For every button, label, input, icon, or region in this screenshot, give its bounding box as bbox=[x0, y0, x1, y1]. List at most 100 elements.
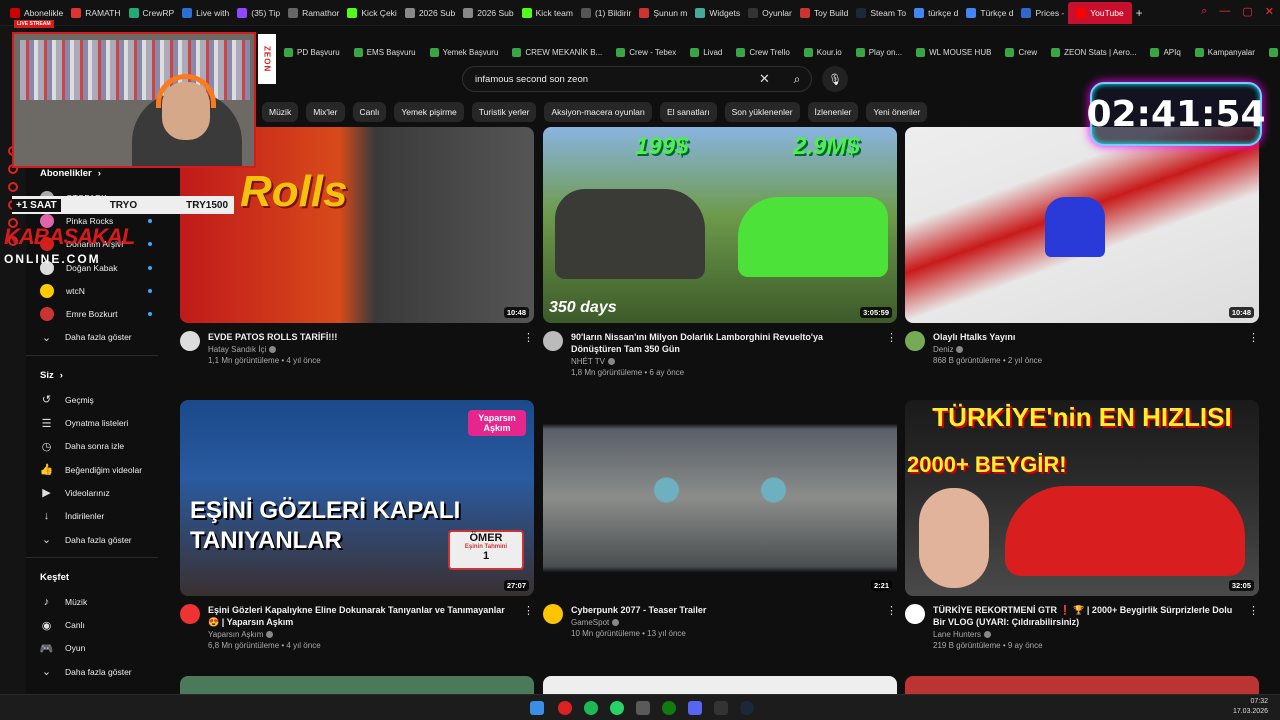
sidebar-you-item[interactable]: 👍 Beğendiğim videolar bbox=[26, 458, 166, 481]
video-card[interactable]: EŞİNİ GÖZLERİ KAPALI TANIYANLAR ÖMER Eşini… bbox=[180, 400, 534, 650]
sidebar-you-item[interactable]: ☰ Oynatma listeleri bbox=[26, 411, 166, 434]
browser-tab[interactable]: Widgets bbox=[691, 2, 744, 24]
channel-avatar[interactable] bbox=[905, 331, 925, 351]
filter-chip[interactable]: Turistik yerler bbox=[471, 102, 537, 122]
bookmark-item[interactable]: Livad bbox=[690, 47, 722, 57]
sidebar-subscription[interactable]: wtcN bbox=[26, 279, 166, 302]
video-thumbnail[interactable]: 2:21 bbox=[543, 400, 897, 596]
video-card[interactable]: 10:48 Olaylı Htalks Yayını Deniz 868 B görü… bbox=[905, 127, 1259, 365]
channel-avatar[interactable] bbox=[180, 604, 200, 624]
windows-start-icon[interactable] bbox=[530, 701, 544, 715]
steam-icon[interactable] bbox=[740, 701, 754, 715]
explorer-icon[interactable] bbox=[636, 701, 650, 715]
new-tab-icon[interactable]: + bbox=[1132, 2, 1147, 24]
video-thumbnail-partial[interactable] bbox=[180, 676, 534, 694]
bookmark-item[interactable]: WL MOUSE HUB bbox=[916, 47, 991, 57]
bookmark-item[interactable]: ZEON Stats | Aero... bbox=[1051, 47, 1136, 57]
video-title[interactable]: Cyberpunk 2077 - Teaser Trailer bbox=[571, 604, 871, 616]
video-thumbnail[interactable]: TÜRKİYE'nin EN HIZLISI 2000+ BEYGİR! 32:05 bbox=[905, 400, 1259, 596]
you-header[interactable]: Siz › bbox=[26, 362, 166, 388]
video-thumbnail-partial[interactable] bbox=[543, 676, 897, 694]
browser-tab[interactable]: Türkçe d bbox=[962, 2, 1017, 24]
bookmark-item[interactable]: Streamer Panel bbox=[1268, 47, 1280, 57]
xbox-icon[interactable] bbox=[662, 701, 676, 715]
maximize-icon[interactable]: ▢ bbox=[1242, 5, 1252, 18]
browser-tab[interactable]: Kick Çeki bbox=[343, 2, 400, 24]
video-card[interactable]: TÜRKİYE'nin EN HIZLISI 2000+ BEYGİR! 32:05… bbox=[905, 400, 1259, 650]
minimize-icon[interactable]: — bbox=[1219, 5, 1230, 18]
sidebar-explore-item[interactable]: ⌄ Daha fazla göster bbox=[26, 660, 166, 683]
browser-tab[interactable]: 2026 Sub bbox=[459, 2, 517, 24]
browser-tab[interactable]: Ramathor bbox=[284, 2, 343, 24]
video-card[interactable]: 2:21 Cyberpunk 2077 - Teaser Trailer GameS… bbox=[543, 400, 897, 638]
bookmark-item[interactable]: EMS Başvuru bbox=[353, 47, 416, 57]
browser-tab[interactable]: Live with bbox=[178, 2, 233, 24]
browser-tab[interactable]: Steam To bbox=[852, 2, 910, 24]
bookmark-item[interactable]: Kampanyalar bbox=[1194, 47, 1255, 57]
bookmark-item[interactable]: Crew bbox=[1005, 47, 1037, 57]
more-options-icon[interactable]: ⋮ bbox=[523, 604, 534, 617]
more-options-icon[interactable]: ⋮ bbox=[886, 604, 897, 617]
filter-chip[interactable]: Müzik bbox=[262, 102, 299, 122]
filter-chip[interactable]: Yemek pişirme bbox=[394, 102, 464, 122]
browser-tab[interactable]: Şunun m bbox=[635, 2, 691, 24]
video-thumbnail[interactable]: EŞİNİ GÖZLERİ KAPALI TANIYANLAR ÖMER Eşini… bbox=[180, 400, 534, 596]
channel-name[interactable]: NHÉT TV bbox=[571, 357, 871, 366]
bookmark-item[interactable]: Kour.io bbox=[803, 47, 842, 57]
channel-avatar[interactable] bbox=[180, 331, 200, 351]
video-thumbnail[interactable]: 350 days 199$ 2.9M$ 3:05:59 bbox=[543, 127, 897, 323]
search-icon[interactable]: ⌕ bbox=[1201, 5, 1207, 18]
video-title[interactable]: Olaylı Htalks Yayını bbox=[933, 331, 1233, 343]
voice-search-button[interactable]: 🎙 bbox=[822, 66, 848, 92]
browser-tab[interactable]: CrewRP bbox=[125, 2, 179, 24]
channel-name[interactable]: Yaparsın Aşkım bbox=[208, 630, 508, 639]
channel-name[interactable]: Deniz bbox=[933, 345, 1233, 354]
discord-icon[interactable] bbox=[688, 701, 702, 715]
sidebar-you-item[interactable]: ↓ İndirilenler bbox=[26, 505, 166, 528]
channel-avatar[interactable] bbox=[905, 604, 925, 624]
browser-tab[interactable]: Oyunlar bbox=[744, 2, 796, 24]
bookmark-item[interactable]: PD Başvuru bbox=[284, 47, 340, 57]
bookmark-item[interactable]: CREW MEKANİK B... bbox=[512, 47, 602, 57]
sidebar-you-item[interactable]: ⌄ Daha fazla göster bbox=[26, 528, 166, 551]
bookmark-item[interactable]: Play on... bbox=[855, 47, 902, 57]
bookmark-item[interactable]: Crew Trello bbox=[736, 47, 790, 57]
sidebar-explore-item[interactable]: 🎮 Oyun bbox=[26, 637, 166, 660]
video-thumbnail[interactable]: 10:48 bbox=[905, 127, 1259, 323]
video-thumbnail-partial[interactable] bbox=[905, 676, 1259, 694]
whatsapp-icon[interactable] bbox=[610, 701, 624, 715]
search-input[interactable]: infamous second son zeon ✕ bbox=[462, 66, 812, 92]
video-title[interactable]: Eşini Gözleri Kapalıykne Eline Dokunarak… bbox=[208, 604, 508, 628]
clear-icon[interactable]: ✕ bbox=[759, 71, 770, 87]
channel-name[interactable]: Lane Hunters bbox=[933, 630, 1233, 639]
filter-chip[interactable]: Mix'ler bbox=[306, 102, 345, 122]
browser-tab[interactable]: (1) Bildirir bbox=[577, 2, 635, 24]
filter-chip[interactable]: İzlenenler bbox=[807, 102, 859, 122]
more-options-icon[interactable]: ⋮ bbox=[886, 331, 897, 344]
filter-chip[interactable]: Yeni öneriler bbox=[866, 102, 928, 122]
more-options-icon[interactable]: ⋮ bbox=[523, 331, 534, 344]
bookmark-item[interactable]: Yemek Başvuru bbox=[429, 47, 498, 57]
channel-name[interactable]: Hatay Sandık İçi bbox=[208, 345, 508, 354]
sidebar-subscription[interactable]: Emre Bozkurt bbox=[26, 302, 166, 325]
browser-tab[interactable]: (35) Tip bbox=[233, 2, 284, 24]
epic-games-icon[interactable] bbox=[714, 701, 728, 715]
browser-tab[interactable]: Toy Build bbox=[796, 2, 853, 24]
browser-tab[interactable]: RAMATH bbox=[67, 2, 124, 24]
more-options-icon[interactable]: ⋮ bbox=[1248, 331, 1259, 344]
sidebar-you-item[interactable]: ▶ Videolarınız bbox=[26, 481, 166, 504]
sidebar-explore-item[interactable]: ♪ Müzik bbox=[26, 590, 166, 613]
browser-tab[interactable]: Prices - bbox=[1017, 2, 1068, 24]
opera-icon[interactable] bbox=[558, 701, 572, 715]
sidebar-you-item[interactable]: ◷ Daha sonra izle bbox=[26, 435, 166, 458]
sidebar-you-item[interactable]: ↺ Geçmiş bbox=[26, 388, 166, 411]
subs-show-more[interactable]: ⌄ Daha fazla göster bbox=[26, 326, 166, 349]
browser-tab[interactable]: Kick team bbox=[518, 2, 577, 24]
filter-chip[interactable]: Canlı bbox=[352, 102, 387, 122]
twitter-icon[interactable] bbox=[8, 182, 18, 192]
browser-tab[interactable]: 2026 Sub bbox=[401, 2, 459, 24]
video-card[interactable]: 350 days 199$ 2.9M$ 3:05:59 90'ların Nissan'… bbox=[543, 127, 897, 377]
system-clock[interactable]: 07:32 17.03.2026 bbox=[1233, 697, 1268, 717]
filter-chip[interactable]: Son yüklenenler bbox=[724, 102, 800, 122]
bookmark-item[interactable]: APIq bbox=[1150, 47, 1181, 57]
